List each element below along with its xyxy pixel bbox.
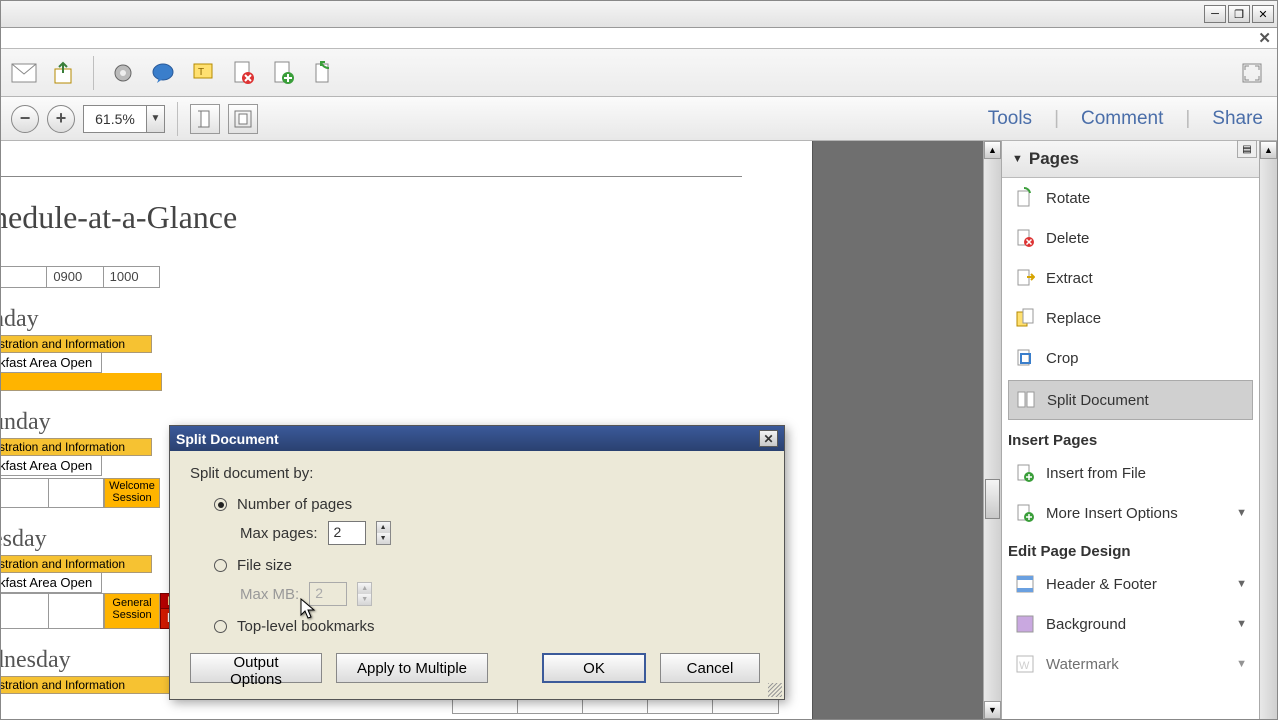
background-icon bbox=[1014, 613, 1036, 635]
max-mb-spinner: ▲▼ bbox=[357, 582, 372, 606]
header-footer-icon bbox=[1014, 573, 1036, 595]
panel-section-edit: Edit Page Design bbox=[1002, 533, 1259, 564]
scroll-thumb[interactable] bbox=[985, 479, 1000, 519]
chevron-down-icon: ▼ bbox=[1236, 507, 1247, 519]
panel-item-replace[interactable]: Replace bbox=[1002, 298, 1259, 338]
close-tab-icon[interactable]: ✕ bbox=[1258, 29, 1271, 47]
crop-icon bbox=[1014, 347, 1036, 369]
scroll-up-icon[interactable]: ▲ bbox=[1260, 141, 1277, 159]
extract-icon bbox=[1014, 267, 1036, 289]
registration-bar: stration and Information bbox=[1, 335, 152, 353]
panel-item-delete[interactable]: Delete bbox=[1002, 218, 1259, 258]
output-options-button[interactable]: Output Options bbox=[190, 653, 322, 683]
insert-file-icon bbox=[1014, 462, 1036, 484]
panel-item-split-document[interactable]: Split Document bbox=[1008, 380, 1253, 420]
fit-width-icon[interactable] bbox=[190, 104, 220, 134]
zoom-in-button[interactable]: + bbox=[47, 105, 75, 133]
ok-button[interactable]: OK bbox=[542, 653, 646, 683]
panel-scrollbar[interactable]: ▲ bbox=[1259, 141, 1277, 719]
max-pages-spinner[interactable]: ▲▼ bbox=[376, 521, 391, 545]
minimize-button[interactable]: ─ bbox=[1204, 5, 1226, 23]
panel-item-background[interactable]: Background ▼ bbox=[1002, 604, 1259, 644]
dialog-prompt: Split document by: bbox=[190, 465, 764, 482]
day-label: nday bbox=[1, 306, 772, 333]
main-toolbar: T bbox=[1, 49, 1277, 97]
chevron-down-icon: ▼ bbox=[1236, 658, 1247, 670]
panel-header-pages[interactable]: ▼Pages bbox=[1002, 141, 1259, 178]
gear-icon[interactable] bbox=[108, 58, 138, 88]
more-insert-icon bbox=[1014, 502, 1036, 524]
registration-bar: stration and Information bbox=[1, 438, 152, 456]
zoom-dropdown[interactable]: ▼ bbox=[147, 105, 165, 133]
panel-item-rotate[interactable]: Rotate bbox=[1002, 178, 1259, 218]
comment-icon[interactable] bbox=[148, 58, 178, 88]
tools-panel: ▤ ▼Pages Rotate Delete Extract Replace bbox=[1001, 141, 1277, 719]
scroll-down-icon[interactable]: ▼ bbox=[984, 701, 1001, 719]
delete-page-icon[interactable] bbox=[228, 58, 258, 88]
rotate-page-icon[interactable] bbox=[308, 58, 338, 88]
panel-section-insert: Insert Pages bbox=[1002, 422, 1259, 453]
maximize-button[interactable]: ❐ bbox=[1228, 5, 1250, 23]
time-header: 0900 1000 bbox=[1, 266, 160, 288]
replace-icon bbox=[1014, 307, 1036, 329]
document-scrollbar[interactable]: ▲ ▼ bbox=[983, 141, 1001, 719]
breakfast-cell: kfast Area Open bbox=[1, 456, 102, 476]
share-tab[interactable]: Share bbox=[1212, 108, 1263, 130]
panel-item-insert-from-file[interactable]: Insert from File bbox=[1002, 453, 1259, 493]
panel-item-crop[interactable]: Crop bbox=[1002, 338, 1259, 378]
radio-top-level-bookmarks[interactable]: Top-level bookmarks bbox=[214, 618, 764, 635]
email-icon[interactable] bbox=[9, 58, 39, 88]
max-mb-input: 2 bbox=[309, 582, 347, 606]
svg-text:W: W bbox=[1019, 660, 1030, 672]
fullscreen-icon[interactable] bbox=[1237, 58, 1267, 88]
page-title: hedule-at-a-Glance bbox=[1, 199, 772, 236]
dialog-titlebar[interactable]: Split Document ✕ bbox=[170, 426, 784, 451]
radio-number-of-pages[interactable]: Number of pages bbox=[214, 496, 764, 513]
zoom-out-button[interactable]: − bbox=[11, 105, 39, 133]
split-icon bbox=[1015, 389, 1037, 411]
svg-text:T: T bbox=[198, 67, 204, 78]
fit-page-icon[interactable] bbox=[228, 104, 258, 134]
breakfast-cell: kfast Area Open bbox=[1, 353, 102, 373]
view-toolbar: − + 61.5% ▼ Tools | Comment | Share bbox=[1, 97, 1277, 141]
max-pages-label: Max pages: bbox=[240, 525, 318, 542]
split-document-dialog: Split Document ✕ Split document by: Numb… bbox=[169, 425, 785, 700]
comment-tab[interactable]: Comment bbox=[1081, 108, 1163, 130]
general-session: General Session bbox=[104, 593, 160, 629]
registration-bar: stration and Information bbox=[1, 555, 152, 573]
panel-options-icon[interactable]: ▤ bbox=[1237, 141, 1257, 158]
welcome-session: Welcome Session bbox=[104, 478, 160, 508]
watermark-icon: W bbox=[1014, 653, 1036, 675]
window-titlebar: ─ ❐ ✕ bbox=[1, 1, 1277, 28]
close-button[interactable]: ✕ bbox=[1252, 5, 1274, 23]
dialog-title: Split Document bbox=[176, 431, 279, 447]
export-icon[interactable] bbox=[49, 58, 79, 88]
cancel-button[interactable]: Cancel bbox=[660, 653, 760, 683]
breakfast-cell: kfast Area Open bbox=[1, 573, 102, 593]
max-pages-input[interactable]: 2 bbox=[328, 521, 366, 545]
add-page-icon[interactable] bbox=[268, 58, 298, 88]
tools-tab[interactable]: Tools bbox=[988, 108, 1032, 130]
max-mb-label: Max MB: bbox=[240, 586, 299, 603]
panel-item-extract[interactable]: Extract bbox=[1002, 258, 1259, 298]
panel-item-watermark[interactable]: W Watermark ▼ bbox=[1002, 644, 1259, 684]
document-tabbar: ✕ bbox=[1, 28, 1277, 49]
rotate-icon bbox=[1014, 187, 1036, 209]
resize-grip-icon[interactable] bbox=[768, 683, 782, 697]
chevron-down-icon: ▼ bbox=[1236, 618, 1247, 630]
panel-item-more-insert[interactable]: More Insert Options ▼ bbox=[1002, 493, 1259, 533]
apply-to-multiple-button[interactable]: Apply to Multiple bbox=[336, 653, 488, 683]
highlight-icon[interactable]: T bbox=[188, 58, 218, 88]
zoom-value[interactable]: 61.5% bbox=[83, 105, 147, 133]
radio-file-size[interactable]: File size bbox=[214, 557, 764, 574]
chevron-down-icon: ▼ bbox=[1236, 578, 1247, 590]
panel-item-header-footer[interactable]: Header & Footer ▼ bbox=[1002, 564, 1259, 604]
dialog-close-icon[interactable]: ✕ bbox=[759, 430, 778, 447]
scroll-up-icon[interactable]: ▲ bbox=[984, 141, 1001, 159]
delete-icon bbox=[1014, 227, 1036, 249]
